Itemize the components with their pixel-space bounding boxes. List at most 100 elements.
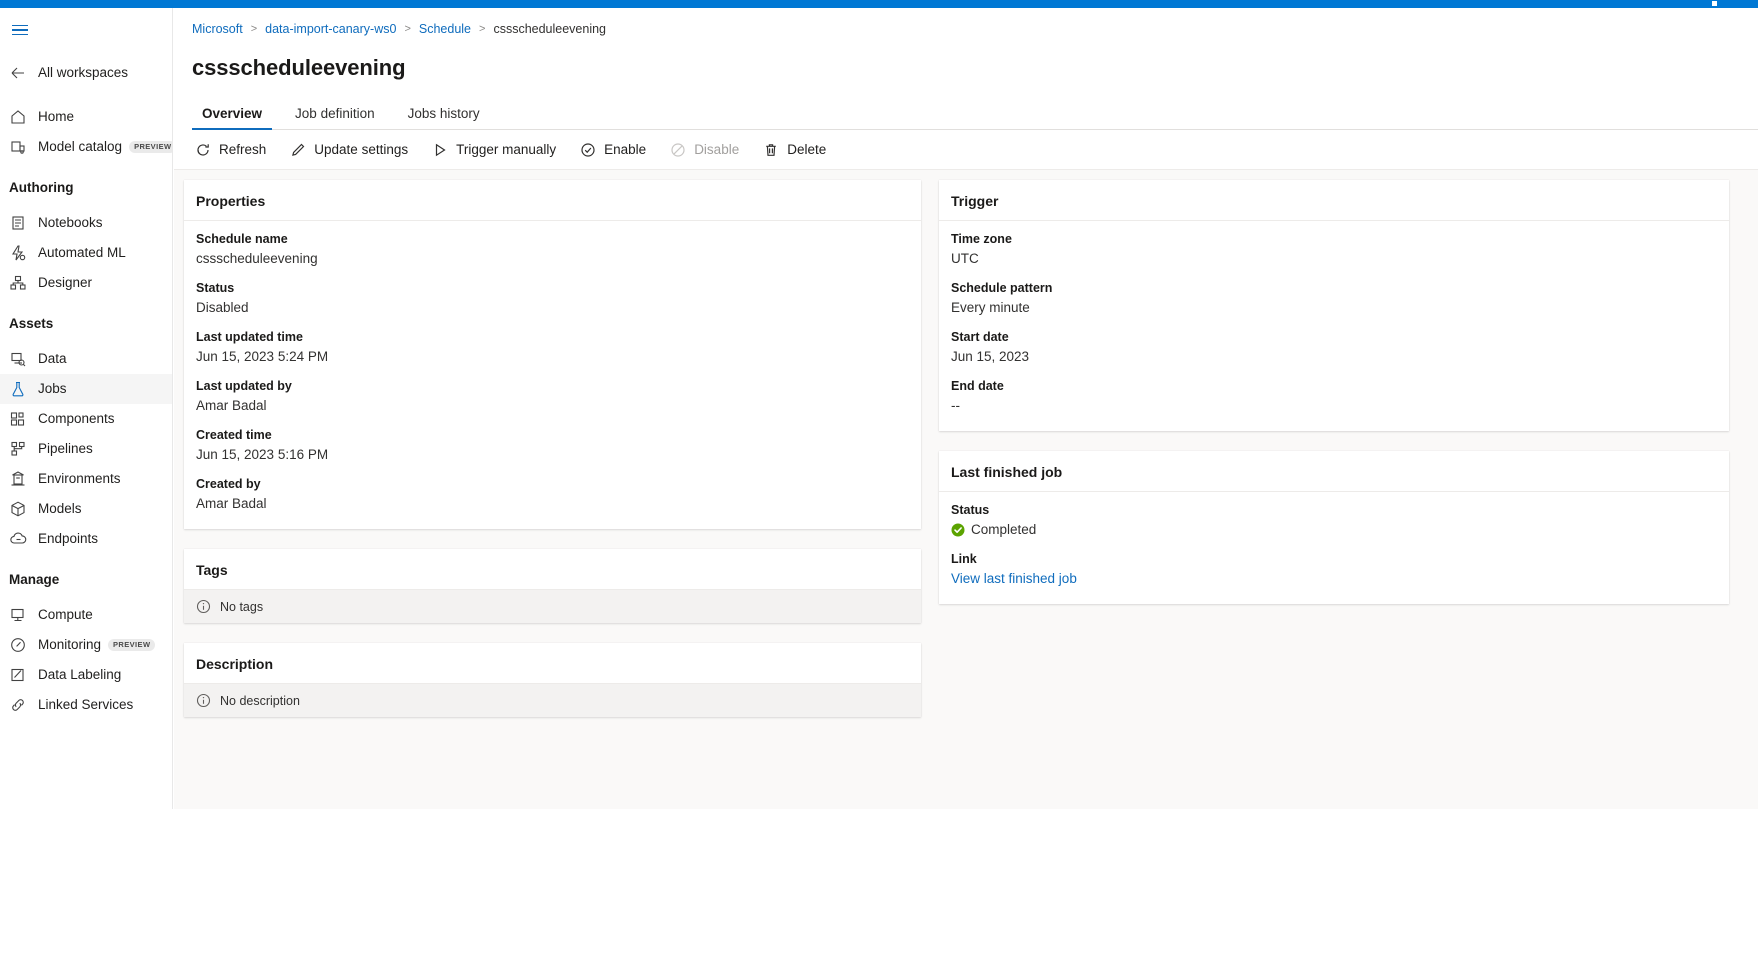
sidebar-item-compute[interactable]: Compute [0, 600, 172, 630]
designer-icon [9, 274, 27, 292]
field-job-link: Link View last finished job [951, 550, 1717, 588]
sidebar-item-label: Endpoints [38, 532, 98, 546]
description-card-title: Description [184, 643, 921, 684]
sidebar-item-label: Model catalog [38, 140, 122, 154]
app-root: All workspaces Home Model catalog PREVIE… [0, 0, 1758, 978]
field-label: End date [951, 377, 1717, 395]
breadcrumb-item-schedule[interactable]: Schedule [419, 22, 471, 36]
cmd-label: Enable [604, 142, 646, 157]
sidebar-item-data-labeling[interactable]: Data Labeling [0, 660, 172, 690]
endpoints-icon [9, 530, 27, 548]
tab-jobs-history[interactable]: Jobs history [398, 106, 490, 129]
block-circle-icon [670, 142, 686, 158]
sidebar-item-data[interactable]: Data [0, 344, 172, 374]
sidebar-item-models[interactable]: Models [0, 494, 172, 524]
info-circle-icon [196, 693, 211, 708]
field-value: Jun 15, 2023 5:16 PM [196, 445, 909, 464]
field-value: UTC [951, 249, 1717, 268]
cmd-label: Update settings [314, 142, 408, 157]
sidebar-item-home[interactable]: Home [0, 102, 172, 132]
sidebar-item-label: Jobs [38, 382, 67, 396]
top-strip-marker [1712, 1, 1717, 6]
field-value: Every minute [951, 298, 1717, 317]
cmd-label: Disable [694, 142, 739, 157]
last-finished-job-card: Last finished job Status Completed [939, 451, 1729, 604]
sidebar-item-notebooks[interactable]: Notebooks [0, 208, 172, 238]
field-schedule-pattern: Schedule pattern Every minute [951, 279, 1717, 317]
data-labeling-icon [9, 666, 27, 684]
sidebar-item-model-catalog[interactable]: Model catalog PREVIEW [0, 132, 172, 162]
refresh-button[interactable]: Refresh [186, 134, 275, 166]
notebook-icon [9, 214, 27, 232]
view-last-finished-job-link[interactable]: View last finished job [951, 569, 1717, 588]
field-value: Amar Badal [196, 494, 909, 513]
components-icon [9, 410, 27, 428]
sidebar-section-authoring: Authoring [0, 176, 172, 198]
home-icon [9, 108, 27, 126]
field-last-updated-time: Last updated time Jun 15, 2023 5:24 PM [196, 328, 909, 366]
sidebar-item-all-workspaces[interactable]: All workspaces [0, 58, 172, 88]
top-accent-strip [0, 0, 1758, 8]
sidebar-item-label: Pipelines [38, 442, 93, 456]
enable-button[interactable]: Enable [571, 134, 655, 166]
cmd-label: Trigger manually [456, 142, 556, 157]
sidebar-item-label: Components [38, 412, 115, 426]
sidebar-item-pipelines[interactable]: Pipelines [0, 434, 172, 464]
pipelines-icon [9, 440, 27, 458]
breadcrumb-item-workspace[interactable]: data-import-canary-ws0 [265, 22, 396, 36]
breadcrumb-item-microsoft[interactable]: Microsoft [192, 22, 243, 36]
hamburger-menu-icon[interactable] [4, 14, 36, 46]
properties-card: Properties Schedule name cssscheduleeven… [184, 180, 921, 529]
sidebar-item-automated-ml[interactable]: Automated ML [0, 238, 172, 268]
play-icon [432, 142, 448, 158]
monitoring-gauge-icon [9, 636, 27, 654]
command-bar: Refresh Update settings Trigger manually… [174, 130, 1758, 170]
field-label: Status [196, 279, 909, 297]
tab-job-definition[interactable]: Job definition [285, 106, 385, 129]
main-content: Microsoft > data-import-canary-ws0 > Sch… [174, 8, 1758, 809]
tab-overview[interactable]: Overview [192, 106, 272, 129]
pencil-icon [290, 142, 306, 158]
description-empty-message: No description [220, 694, 300, 708]
trigger-manually-button[interactable]: Trigger manually [423, 134, 565, 166]
field-label: Link [951, 550, 1717, 568]
trash-icon [763, 142, 779, 158]
update-settings-button[interactable]: Update settings [281, 134, 417, 166]
description-card: Description No description [184, 643, 921, 717]
data-icon [9, 350, 27, 368]
sidebar-item-label: Monitoring [38, 638, 101, 652]
field-status: Status Disabled [196, 279, 909, 317]
field-time-zone: Time zone UTC [951, 230, 1717, 268]
jobs-flask-icon [9, 380, 27, 398]
preview-badge: PREVIEW [108, 639, 155, 651]
field-value: -- [951, 396, 1717, 415]
tags-empty-row: No tags [184, 590, 921, 623]
sidebar-item-linked-services[interactable]: Linked Services [0, 690, 172, 720]
sidebar-item-monitoring[interactable]: Monitoring PREVIEW [0, 630, 172, 660]
tags-card: Tags No tags [184, 549, 921, 623]
field-value: Amar Badal [196, 396, 909, 415]
sidebar-item-label: Notebooks [38, 216, 103, 230]
automated-ml-icon [9, 244, 27, 262]
field-value: Jun 15, 2023 [951, 347, 1717, 366]
delete-button[interactable]: Delete [754, 134, 835, 166]
environments-icon [9, 470, 27, 488]
last-finished-job-card-body: Status Completed Link View [939, 492, 1729, 604]
left-column: Properties Schedule name cssscheduleeven… [184, 180, 921, 737]
sidebar-item-jobs[interactable]: Jobs [0, 374, 172, 404]
sidebar-item-designer[interactable]: Designer [0, 268, 172, 298]
sidebar-item-endpoints[interactable]: Endpoints [0, 524, 172, 554]
field-last-updated-by: Last updated by Amar Badal [196, 377, 909, 415]
sidebar-item-label: Automated ML [38, 246, 126, 260]
compute-monitor-icon [9, 606, 27, 624]
sidebar-item-environments[interactable]: Environments [0, 464, 172, 494]
check-circle-filled-icon [951, 523, 965, 537]
sidebar-item-components[interactable]: Components [0, 404, 172, 434]
field-job-status: Status Completed [951, 501, 1717, 539]
field-created-by: Created by Amar Badal [196, 475, 909, 513]
info-circle-icon [196, 599, 211, 614]
sidebar-item-label: Models [38, 502, 82, 516]
sidebar-item-label: Environments [38, 472, 121, 486]
sidebar-section-assets: Assets [0, 312, 172, 334]
preview-badge: PREVIEW [129, 141, 173, 153]
